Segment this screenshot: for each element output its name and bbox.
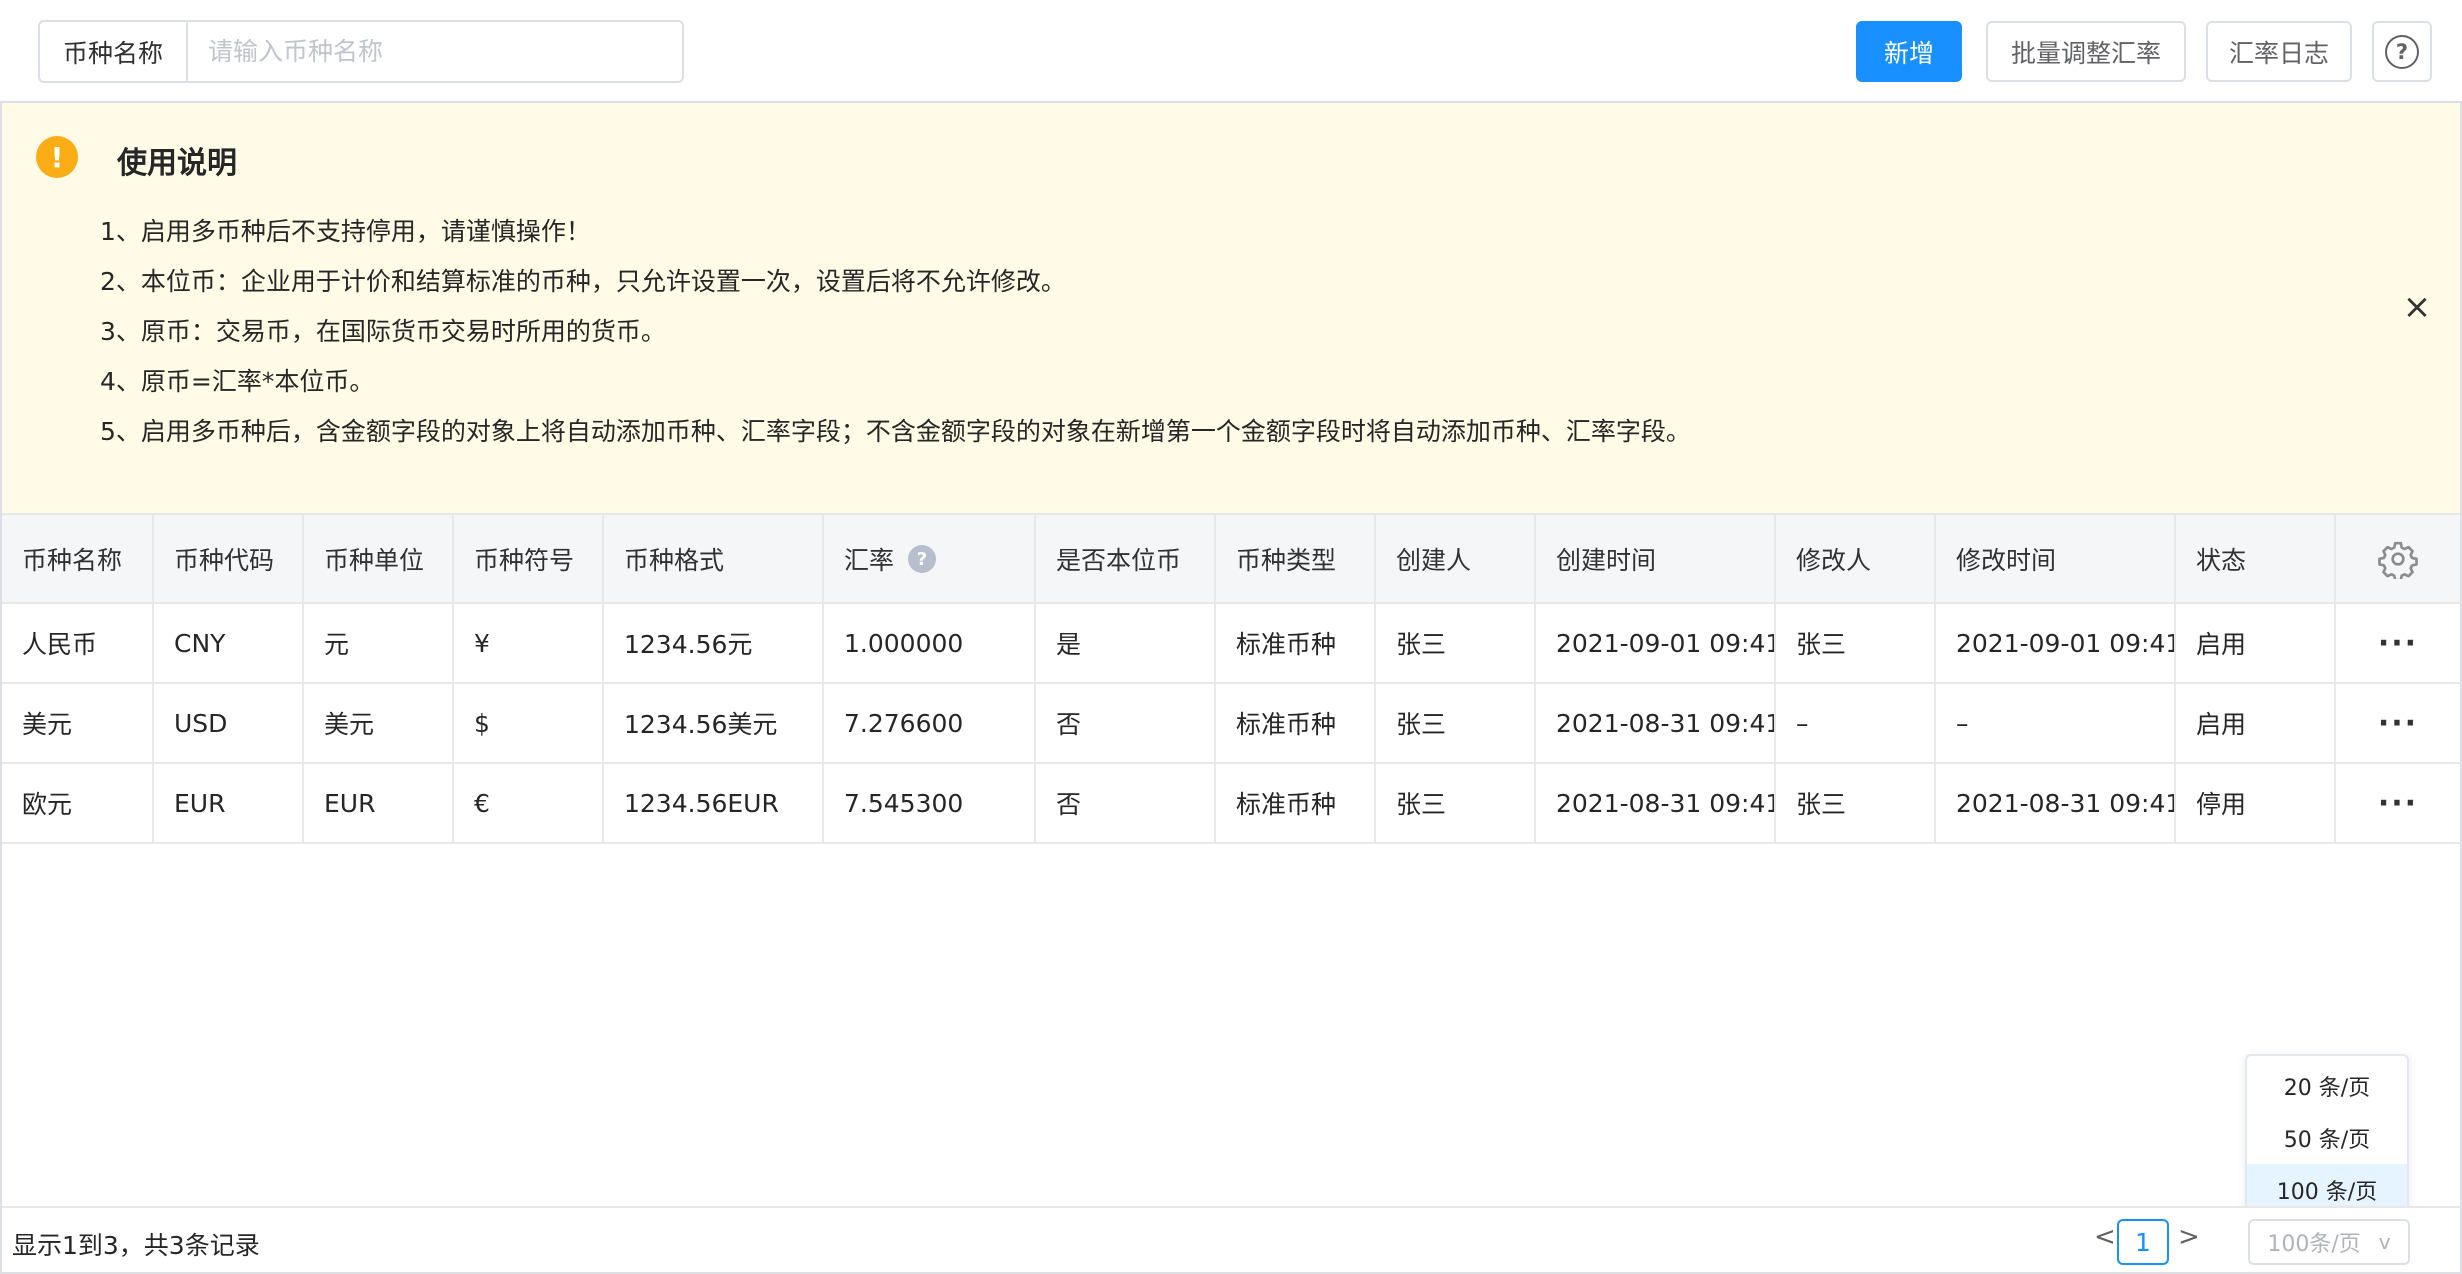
more-actions-icon[interactable]: ··· <box>2378 626 2418 661</box>
page-size-select[interactable]: 100条/页 v <box>2248 1219 2410 1265</box>
column-header-currency-unit: 币种单位 <box>303 513 454 604</box>
cell-currency-symbol: ¥ <box>453 603 604 684</box>
cell-currency-code: USD <box>153 683 304 764</box>
column-header-currency-type: 币种类型 <box>1215 513 1376 604</box>
cell-currency-format: 1234.56EUR <box>603 763 824 844</box>
cell-currency-unit: EUR <box>303 763 454 844</box>
chevron-down-icon: v <box>2378 1230 2391 1254</box>
gear-icon[interactable] <box>2378 541 2418 581</box>
batch-adjust-rate-button[interactable]: 批量调整汇率 <box>1986 21 2186 82</box>
notice-line: 3、原币：交易币，在国际货币交易时所用的货币。 <box>100 317 666 346</box>
exchange-rate-label: 汇率 <box>844 545 895 575</box>
help-button[interactable]: ? <box>2372 21 2432 82</box>
cell-is-base-currency: 否 <box>1035 763 1216 844</box>
usage-notice <box>2 103 2460 513</box>
cell-exchange-rate: 7.276600 <box>823 683 1036 764</box>
close-icon[interactable]: × <box>2400 287 2434 327</box>
more-actions-icon[interactable]: ··· <box>2378 786 2418 821</box>
column-header-modifier: 修改人 <box>1775 513 1936 604</box>
cell-actions: ··· <box>2335 683 2460 764</box>
search-input[interactable] <box>188 22 682 81</box>
cell-is-base-currency: 是 <box>1035 603 1216 684</box>
cell-status: 启用 <box>2175 603 2336 684</box>
column-header-exchange-rate: 汇率? <box>823 513 1036 604</box>
cell-currency-format: 1234.56美元 <box>603 683 824 764</box>
cell-actions: ··· <box>2335 763 2460 844</box>
cell-exchange-rate: 7.545300 <box>823 763 1036 844</box>
search-group: 币种名称 <box>38 20 684 83</box>
cell-modified-time: 2021-08-31 09:41 <box>1935 763 2176 844</box>
table-header-row: 币种名称 币种代码 币种单位 币种符号 币种格式 汇率? 是否本位币 币种类型 … <box>2 513 2460 604</box>
column-header-modified-time: 修改时间 <box>1935 513 2176 604</box>
cell-modifier: 张三 <box>1775 763 1936 844</box>
cell-currency-name: 人民币 <box>2 603 154 684</box>
cell-created-time: 2021-09-01 09:41 <box>1535 603 1776 684</box>
record-summary: 显示1到3，共3条记录 <box>12 1231 260 1260</box>
search-label: 币种名称 <box>40 22 188 81</box>
page-size-value: 100条/页 <box>2267 1232 2361 1257</box>
notice-title: 使用说明 <box>117 146 237 181</box>
table-row: 欧元 EUR EUR € 1234.56EUR 7.545300 否 标准币种 … <box>2 763 2460 844</box>
currency-table: 币种名称 币种代码 币种单位 币种符号 币种格式 汇率? 是否本位币 币种类型 … <box>2 513 2460 844</box>
page-size-option[interactable]: 50 条/页 <box>2247 1112 2407 1164</box>
cell-modifier: 张三 <box>1775 603 1936 684</box>
column-header-currency-code: 币种代码 <box>153 513 304 604</box>
cell-status: 停用 <box>2175 763 2336 844</box>
add-button[interactable]: 新增 <box>1856 21 1962 82</box>
cell-currency-type: 标准币种 <box>1215 683 1376 764</box>
cell-currency-format: 1234.56元 <box>603 603 824 684</box>
cell-actions: ··· <box>2335 603 2460 684</box>
notice-line: 5、启用多币种后，含金额字段的对象上将自动添加币种、汇率字段；不含金额字段的对象… <box>100 417 1691 446</box>
cell-currency-unit: 元 <box>303 603 454 684</box>
notice-line: 2、本位币：企业用于计价和结算标准的币种，只允许设置一次，设置后将不允许修改。 <box>100 267 1066 296</box>
cell-currency-symbol: $ <box>453 683 604 764</box>
column-header-creator: 创建人 <box>1375 513 1536 604</box>
cell-modified-time: – <box>1935 683 2176 764</box>
rate-log-button[interactable]: 汇率日志 <box>2206 21 2352 82</box>
cell-is-base-currency: 否 <box>1035 683 1216 764</box>
cell-creator: 张三 <box>1375 603 1536 684</box>
column-header-currency-name: 币种名称 <box>2 513 154 604</box>
current-page-button[interactable]: 1 <box>2117 1219 2169 1265</box>
cell-created-time: 2021-08-31 09:41 <box>1535 683 1776 764</box>
table-row: 人民币 CNY 元 ¥ 1234.56元 1.000000 是 标准币种 张三 … <box>2 603 2460 684</box>
cell-currency-name: 欧元 <box>2 763 154 844</box>
cell-currency-type: 标准币种 <box>1215 763 1376 844</box>
cell-currency-name: 美元 <box>2 683 154 764</box>
cell-modified-time: 2021-09-01 09:41 <box>1935 603 2176 684</box>
prev-page-icon[interactable]: < <box>2094 1222 2116 1252</box>
cell-currency-unit: 美元 <box>303 683 454 764</box>
cell-creator: 张三 <box>1375 763 1536 844</box>
cell-exchange-rate: 1.000000 <box>823 603 1036 684</box>
column-header-created-time: 创建时间 <box>1535 513 1776 604</box>
warning-icon: ! <box>36 136 78 178</box>
column-header-is-base-currency: 是否本位币 <box>1035 513 1216 604</box>
page-size-option[interactable]: 20 条/页 <box>2247 1060 2407 1112</box>
page-size-dropdown: 20 条/页 50 条/页 100 条/页 <box>2245 1054 2409 1216</box>
column-header-status: 状态 <box>2175 513 2336 604</box>
toolbar: 币种名称 新增 批量调整汇率 汇率日志 ? <box>0 0 2462 103</box>
pagination-bar: 显示1到3，共3条记录 < 1 > 100条/页 v <box>2 1206 2460 1272</box>
notice-line: 4、原币=汇率*本位币。 <box>100 367 375 396</box>
cell-currency-type: 标准币种 <box>1215 603 1376 684</box>
cell-creator: 张三 <box>1375 683 1536 764</box>
cell-status: 启用 <box>2175 683 2336 764</box>
cell-currency-symbol: € <box>453 763 604 844</box>
column-header-currency-format: 币种格式 <box>603 513 824 604</box>
column-settings-cell <box>2335 513 2460 604</box>
column-header-currency-symbol: 币种符号 <box>453 513 604 604</box>
table-row: 美元 USD 美元 $ 1234.56美元 7.276600 否 标准币种 张三… <box>2 683 2460 764</box>
cell-currency-code: EUR <box>153 763 304 844</box>
cell-modifier: – <box>1775 683 1936 764</box>
notice-line: 1、启用多币种后不支持停用，请谨慎操作！ <box>100 217 591 246</box>
help-icon: ? <box>2385 34 2419 69</box>
cell-created-time: 2021-08-31 09:41 <box>1535 763 1776 844</box>
cell-currency-code: CNY <box>153 603 304 684</box>
next-page-icon[interactable]: > <box>2178 1222 2200 1252</box>
question-icon[interactable]: ? <box>908 545 937 573</box>
more-actions-icon[interactable]: ··· <box>2378 706 2418 741</box>
